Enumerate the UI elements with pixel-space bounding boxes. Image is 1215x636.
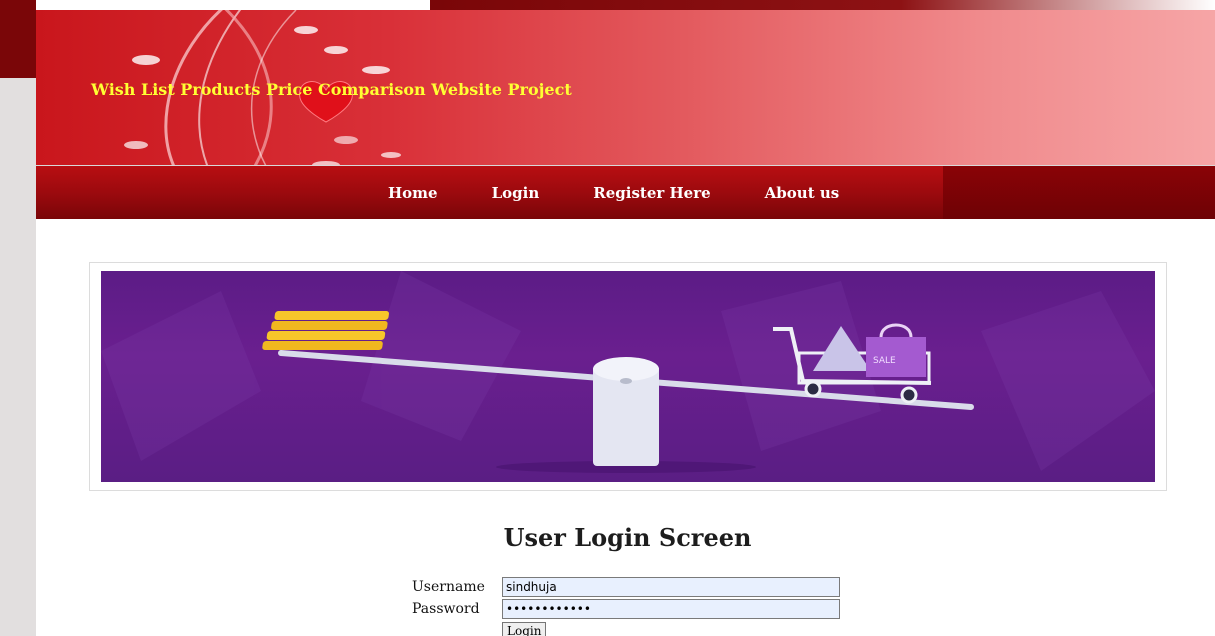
login-form: Username Password Login: [412, 576, 840, 636]
nav-home-link[interactable]: Home: [388, 184, 438, 202]
coin-stack-icon: [262, 311, 389, 350]
username-input[interactable]: [502, 577, 840, 597]
site-title: Wish List Products Price Comparison Webs…: [91, 80, 572, 99]
login-submit-button[interactable]: Login: [502, 622, 547, 636]
sale-label: SALE: [873, 356, 896, 366]
hero-image: SALE: [101, 271, 1155, 482]
nav-right-panel: [943, 166, 1215, 219]
header-banner: Wish List Products Price Comparison Webs…: [36, 10, 1215, 165]
username-label: Username: [412, 579, 485, 595]
nav-items: Home Login Register Here About us: [388, 166, 893, 219]
login-title: User Login Screen: [503, 523, 752, 552]
nav-login-link[interactable]: Login: [492, 184, 540, 202]
nav-about-link[interactable]: About us: [765, 184, 840, 202]
main-nav: Home Login Register Here About us: [36, 165, 1215, 219]
price-comparison-illustration: SALE: [101, 271, 1155, 473]
top-strip-accent: [430, 0, 1215, 10]
password-row: Password: [412, 598, 840, 620]
nav-register-link[interactable]: Register Here: [593, 184, 710, 202]
password-label: Password: [412, 601, 480, 617]
password-input[interactable]: [502, 599, 840, 619]
top-left-accent: [0, 0, 36, 78]
username-row: Username: [412, 576, 840, 598]
